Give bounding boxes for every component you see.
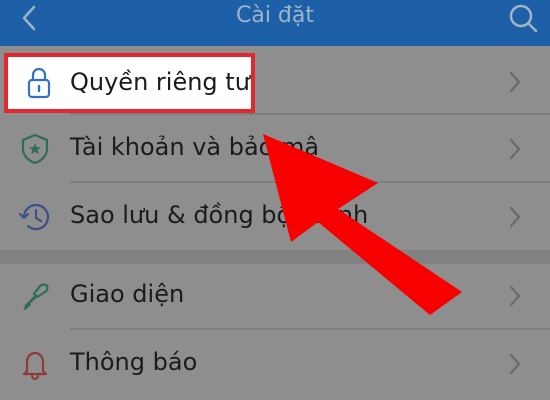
- chevron-right-icon: [509, 206, 521, 228]
- settings-item-label: Thông báo: [70, 348, 198, 376]
- settings-item-appearance[interactable]: Giao diện: [0, 262, 550, 330]
- page-title: Cài đặt: [235, 3, 315, 28]
- chevron-right-icon: [509, 353, 521, 375]
- highlighted-privacy-item[interactable]: Quyền riêng tư: [4, 53, 255, 113]
- settings-item-label: Sao lưu & đồng bộ tin nh: [70, 201, 369, 229]
- settings-item-label: Tài khoản và bảo mậ: [70, 133, 320, 161]
- chevron-right-icon: [509, 71, 521, 93]
- bell-icon: [22, 351, 48, 381]
- settings-item-label: Quyền riêng tư: [70, 68, 250, 96]
- settings-item-label: Giao diện: [70, 280, 185, 308]
- settings-item-notifications[interactable]: Thông báo: [0, 330, 550, 398]
- paint-brush-icon: [23, 283, 49, 310]
- settings-item-account-security[interactable]: Tài khoản và bảo mậ: [0, 115, 550, 183]
- chevron-right-icon: [509, 285, 521, 307]
- shield-star-icon: [21, 133, 49, 165]
- clock-history-icon: [18, 204, 50, 231]
- top-bar: Cài đặt: [0, 0, 550, 46]
- search-icon[interactable]: [508, 3, 540, 33]
- lock-icon: [27, 67, 51, 99]
- chevron-right-icon: [509, 138, 521, 160]
- settings-item-backup-sync[interactable]: Sao lưu & đồng bộ tin nh: [0, 183, 550, 251]
